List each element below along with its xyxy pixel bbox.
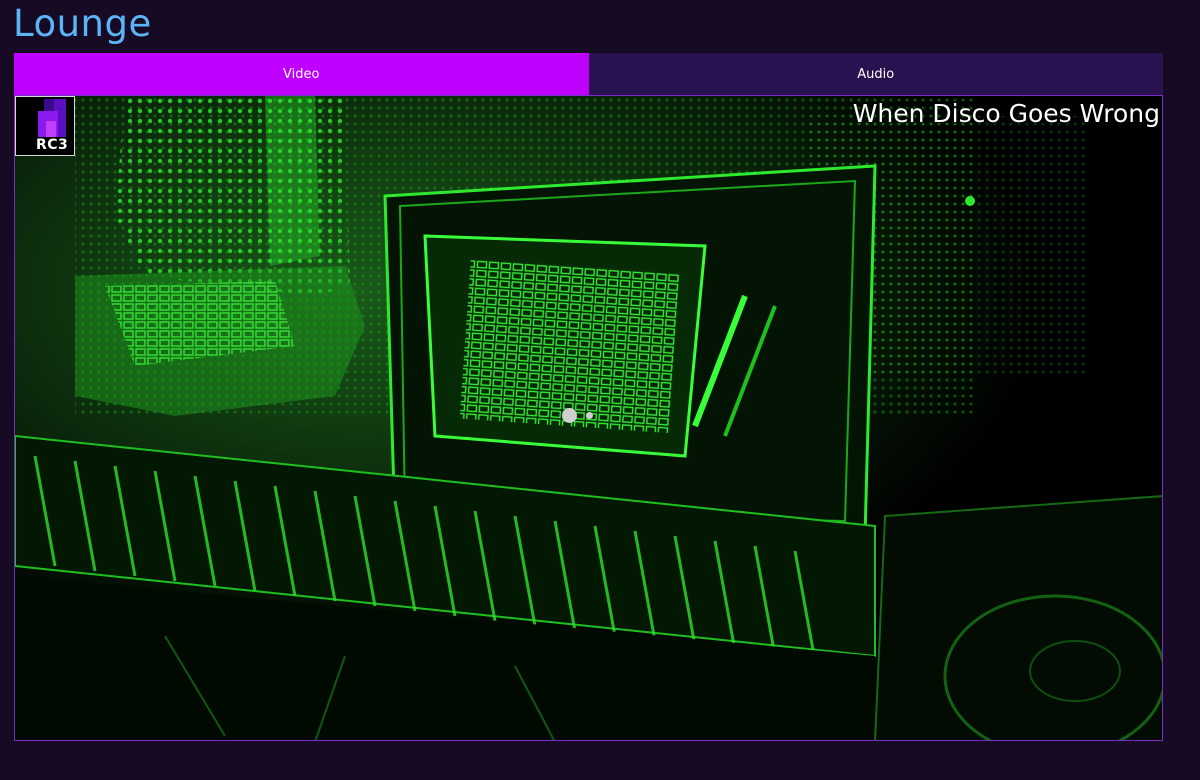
tab-video[interactable]: Video (14, 53, 589, 95)
loading-dot-small (586, 412, 593, 419)
rc3-logo-text: RC3 (36, 137, 69, 153)
loading-indicator (562, 408, 602, 424)
loading-dot-large (562, 408, 577, 423)
video-title: When Disco Goes Wrong (852, 99, 1160, 128)
page-title: Lounge (13, 2, 152, 45)
rc3-logo-icon (38, 99, 66, 137)
video-player[interactable]: RC3 When Disco Goes Wrong (14, 95, 1163, 741)
tab-audio[interactable]: Audio (588, 53, 1163, 95)
rc3-logo: RC3 (15, 96, 75, 156)
tab-bar: Video Audio (14, 53, 1163, 95)
